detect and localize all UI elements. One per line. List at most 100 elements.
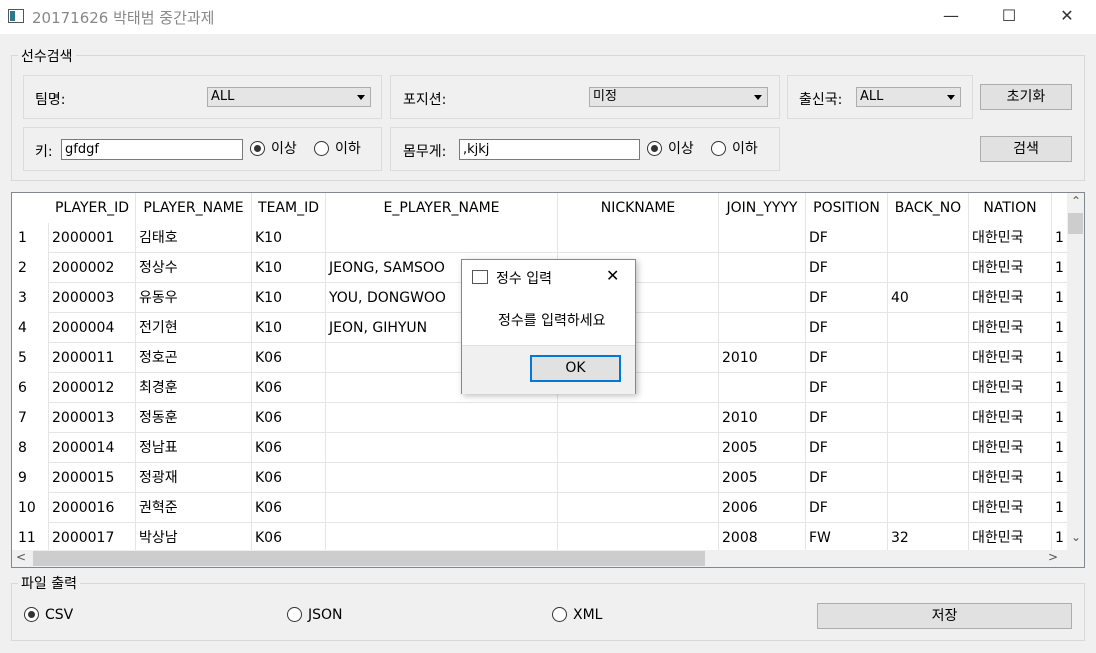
table-cell[interactable]: 대한민국 (969, 493, 1052, 523)
table-cell[interactable]: 정남표 (136, 433, 252, 463)
table-cell[interactable] (888, 403, 969, 433)
vertical-scrollbar[interactable]: ⌃ ⌄ (1067, 193, 1084, 550)
table-cell[interactable] (558, 493, 719, 523)
close-button[interactable]: ✕ (1038, 0, 1096, 34)
team-combobox[interactable]: ALL (207, 87, 371, 107)
dialog-close-icon[interactable]: ✕ (606, 266, 619, 285)
table-cell[interactable] (719, 253, 806, 283)
column-header[interactable]: NATION (969, 193, 1052, 223)
save-button[interactable]: 저장 (817, 603, 1072, 629)
table-cell[interactable]: 김태호 (136, 223, 252, 253)
table-cell[interactable]: K06 (252, 433, 326, 463)
nation-combobox[interactable]: ALL (856, 87, 961, 107)
weight-input[interactable]: ,kjkj (459, 139, 640, 160)
table-cell[interactable]: 권혁준 (136, 493, 252, 523)
table-cell[interactable]: 2000015 (49, 463, 136, 493)
row-header[interactable]: 6 (12, 373, 49, 403)
chevron-right-icon[interactable]: > (1048, 550, 1058, 564)
table-cell[interactable] (888, 253, 969, 283)
table-cell[interactable]: K10 (252, 283, 326, 313)
table-cell[interactable] (888, 223, 969, 253)
table-cell[interactable]: 대한민국 (969, 313, 1052, 343)
horizontal-scrollbar[interactable]: < > (12, 550, 1084, 567)
table-cell[interactable] (326, 493, 558, 523)
table-cell[interactable]: 2000012 (49, 373, 136, 403)
table-cell[interactable] (888, 373, 969, 403)
table-cell[interactable] (719, 283, 806, 313)
row-header[interactable]: 4 (12, 313, 49, 343)
table-cell[interactable]: FW (806, 523, 888, 553)
column-header[interactable]: BACK_NO (888, 193, 969, 223)
row-header[interactable]: 9 (12, 463, 49, 493)
table-cell[interactable]: K10 (252, 313, 326, 343)
table-cell[interactable]: 2000013 (49, 403, 136, 433)
table-cell[interactable]: DF (806, 343, 888, 373)
table-cell[interactable] (558, 463, 719, 493)
table-cell[interactable]: K06 (252, 493, 326, 523)
table-cell[interactable] (558, 223, 719, 253)
chevron-left-icon[interactable]: < (16, 550, 26, 564)
table-cell[interactable]: 대한민국 (969, 463, 1052, 493)
column-header[interactable]: JOIN_YYYY (719, 193, 806, 223)
table-cell[interactable]: 32 (888, 523, 969, 553)
table-cell[interactable]: 2000002 (49, 253, 136, 283)
table-cell[interactable]: 2000014 (49, 433, 136, 463)
table-cell[interactable]: 2000003 (49, 283, 136, 313)
column-header[interactable]: POSITION (806, 193, 888, 223)
table-cell[interactable] (326, 433, 558, 463)
table-cell[interactable] (326, 463, 558, 493)
table-cell[interactable]: DF (806, 463, 888, 493)
table-cell[interactable]: 유동우 (136, 283, 252, 313)
table-cell[interactable]: K06 (252, 343, 326, 373)
row-header[interactable]: 8 (12, 433, 49, 463)
ok-button[interactable]: OK (530, 355, 621, 382)
table-cell[interactable]: 대한민국 (969, 223, 1052, 253)
table-cell[interactable]: K06 (252, 463, 326, 493)
chevron-down-icon[interactable]: ⌄ (1071, 530, 1081, 544)
row-header[interactable]: 10 (12, 493, 49, 523)
table-cell[interactable]: 2005 (719, 463, 806, 493)
table-cell[interactable]: DF (806, 223, 888, 253)
table-cell[interactable]: K10 (252, 223, 326, 253)
row-header[interactable]: 7 (12, 403, 49, 433)
table-cell[interactable]: DF (806, 253, 888, 283)
table-cell[interactable] (888, 343, 969, 373)
table-cell[interactable]: 40 (888, 283, 969, 313)
column-header[interactable]: E_PLAYER_NAME (326, 193, 558, 223)
table-cell[interactable]: K10 (252, 253, 326, 283)
chevron-up-icon[interactable]: ⌃ (1071, 194, 1081, 208)
table-cell[interactable]: K06 (252, 523, 326, 553)
table-cell[interactable]: 정동훈 (136, 403, 252, 433)
vertical-scroll-thumb[interactable] (1068, 213, 1083, 234)
table-cell[interactable] (888, 433, 969, 463)
table-cell[interactable] (558, 403, 719, 433)
table-cell[interactable] (326, 403, 558, 433)
table-cell[interactable]: 정광재 (136, 463, 252, 493)
table-cell[interactable]: 대한민국 (969, 343, 1052, 373)
table-cell[interactable] (888, 493, 969, 523)
table-cell[interactable]: 대한민국 (969, 373, 1052, 403)
minimize-button[interactable]: — (922, 0, 980, 34)
column-header[interactable]: NICKNAME (558, 193, 719, 223)
table-cell[interactable]: 대한민국 (969, 523, 1052, 553)
table-cell[interactable] (888, 313, 969, 343)
table-cell[interactable]: 2000017 (49, 523, 136, 553)
table-cell[interactable]: DF (806, 373, 888, 403)
table-cell[interactable]: K06 (252, 373, 326, 403)
horizontal-scroll-thumb[interactable] (33, 551, 705, 566)
table-cell[interactable] (326, 223, 558, 253)
position-combobox[interactable]: 미정 (589, 87, 768, 107)
table-cell[interactable] (558, 523, 719, 553)
table-cell[interactable]: 2000016 (49, 493, 136, 523)
table-cell[interactable] (719, 223, 806, 253)
table-cell[interactable]: 2010 (719, 403, 806, 433)
table-cell[interactable] (719, 313, 806, 343)
row-header[interactable]: 5 (12, 343, 49, 373)
table-cell[interactable]: 2000004 (49, 313, 136, 343)
table-cell[interactable]: DF (806, 313, 888, 343)
table-cell[interactable] (326, 523, 558, 553)
table-cell[interactable]: 대한민국 (969, 253, 1052, 283)
table-cell[interactable]: 2000011 (49, 343, 136, 373)
column-header[interactable]: PLAYER_NAME (136, 193, 252, 223)
reset-button[interactable]: 초기화 (980, 84, 1072, 110)
